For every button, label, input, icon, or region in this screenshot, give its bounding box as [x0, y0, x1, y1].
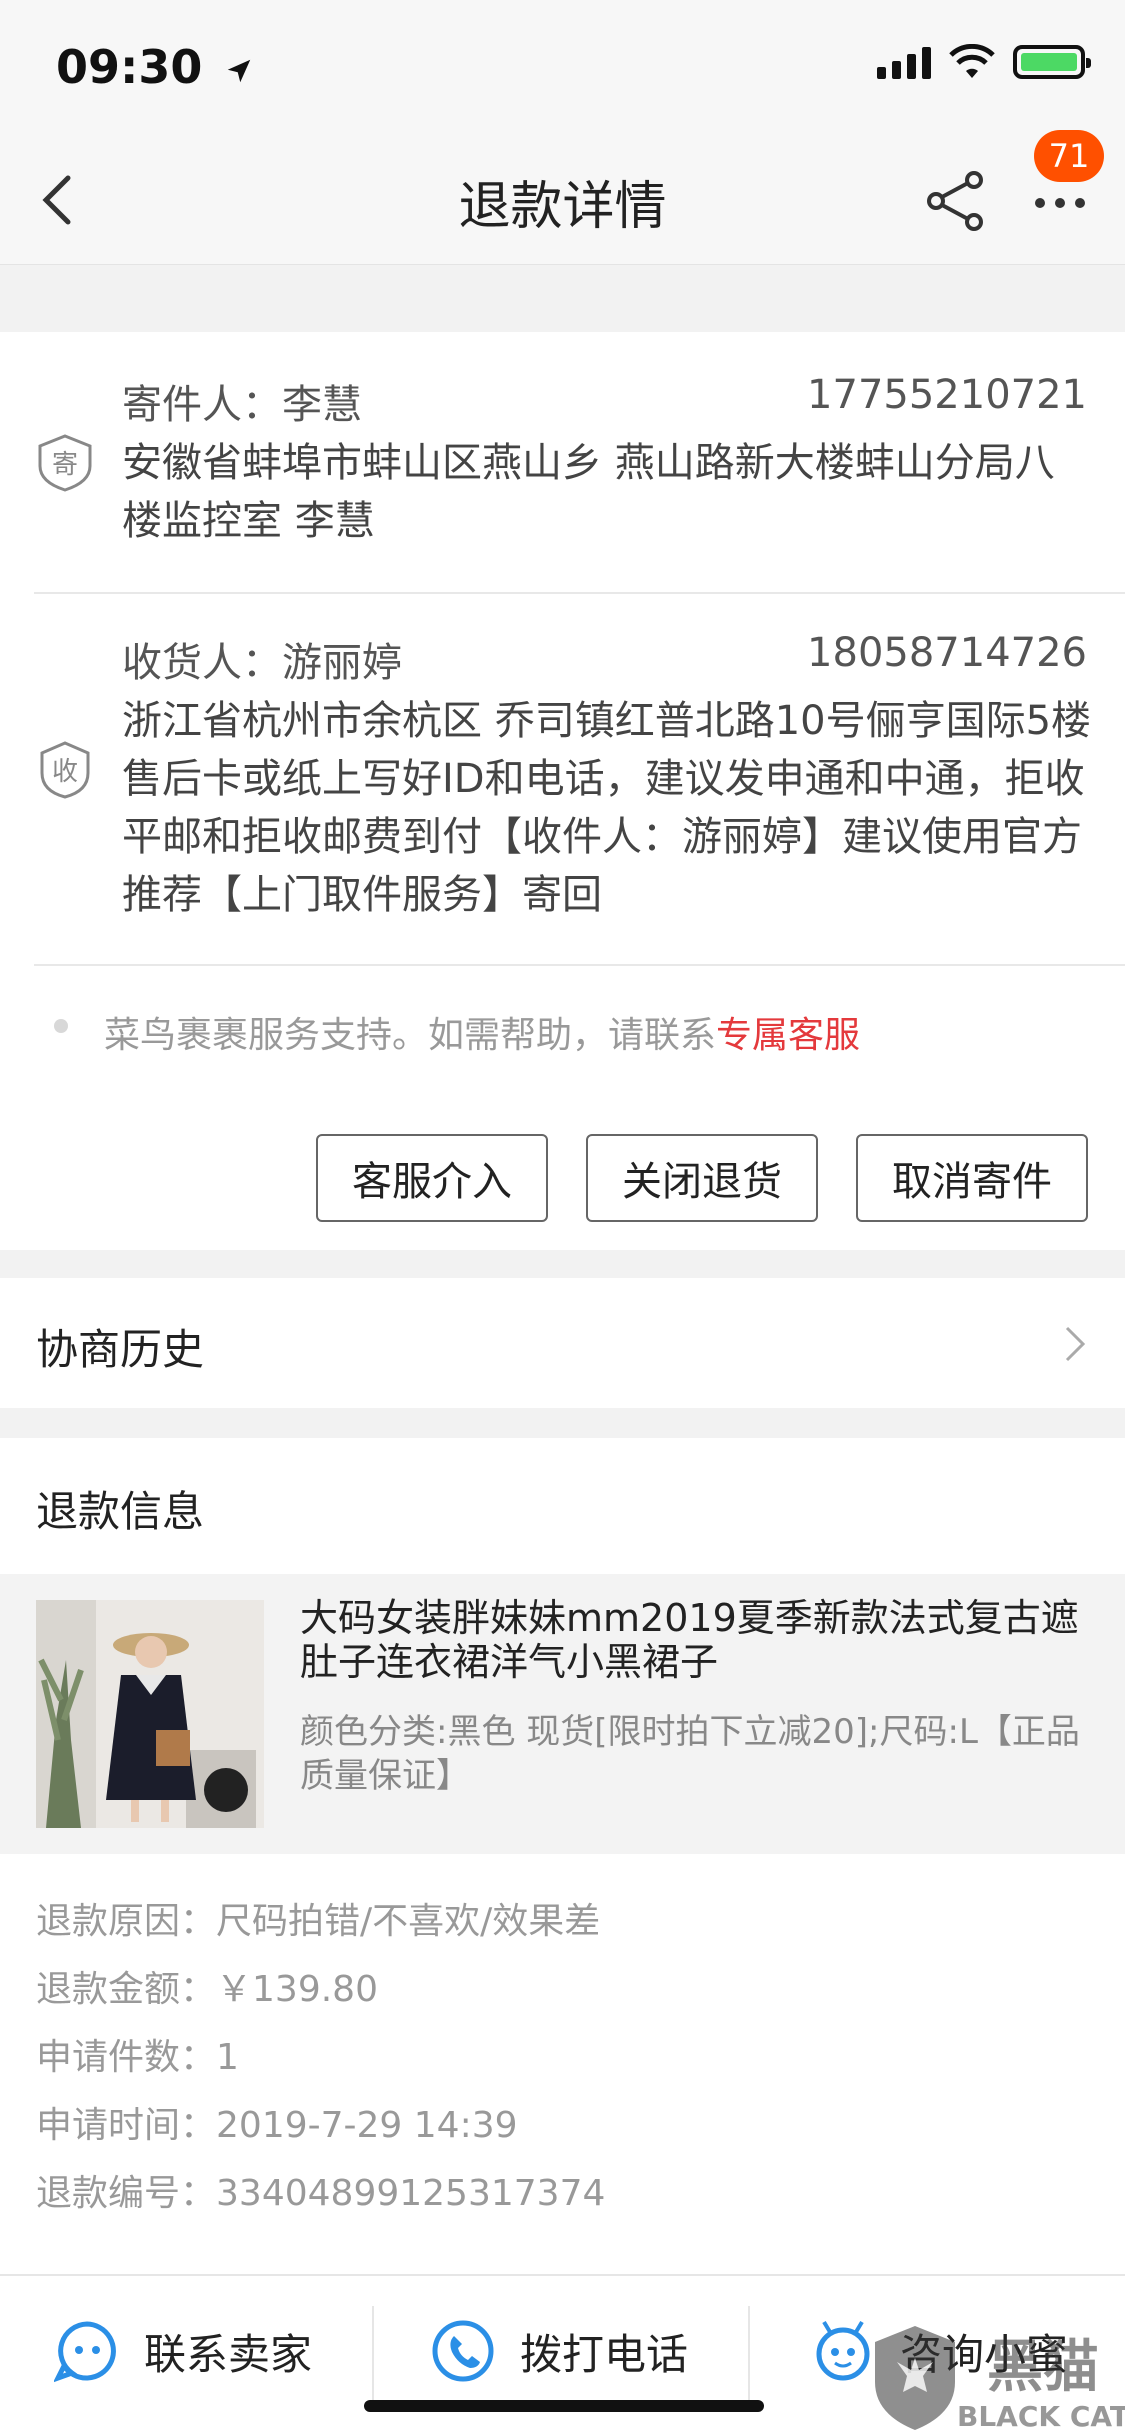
- address-card: 寄 寄件人：李慧 17755210721 安徽省蚌埠市蚌山区燕山乡 燕山路新大楼…: [0, 332, 1125, 1250]
- status-bar: 09:30: [0, 0, 1125, 130]
- receiver-name: 收货人：游丽婷: [122, 640, 402, 686]
- status-time-text: 09:30: [56, 40, 203, 94]
- product-title: 大码女装胖妹妹mm2019夏季新款法式复古遮肚子连衣裙洋气小黑裙子: [300, 1596, 1079, 1684]
- apply-count-value: 1: [216, 2037, 239, 2078]
- apply-time-label: 申请时间：: [36, 2105, 217, 2146]
- negotiation-history-row[interactable]: 协商历史: [0, 1278, 1125, 1408]
- cancel-shipping-button[interactable]: 取消寄件: [856, 1134, 1088, 1222]
- cellular-signal-icon: [877, 45, 931, 79]
- apply-time-row: 申请时间：2019-7-29 14:39: [36, 2096, 518, 2148]
- refund-amount-row: 退款金额：￥139.80: [36, 1960, 378, 2012]
- history-title: 协商历史: [36, 1325, 205, 1374]
- battery-icon: [1013, 45, 1091, 79]
- black-cat-watermark: 黑猫 BLACK CAT: [875, 2326, 1125, 2433]
- product-item[interactable]: 大码女装胖妹妹mm2019夏季新款法式复古遮肚子连衣裙洋气小黑裙子 颜色分类:黑…: [0, 1574, 1125, 1854]
- receiver-block: 收 收货人：游丽婷 18058714726 浙江省杭州市余杭区 乔司镇红普北路1…: [0, 594, 1125, 964]
- apply-count-row: 申请件数：1: [36, 2028, 239, 2080]
- svg-text:黑猫: 黑猫: [987, 2335, 1099, 2400]
- refund-info-title: 退款信息: [36, 1487, 205, 1536]
- sender-address: 安徽省蚌埠市蚌山区燕山乡 燕山路新大楼蚌山分局八楼监控室 李慧: [122, 440, 1055, 544]
- exclusive-service-link[interactable]: 专属客服: [716, 1015, 860, 1056]
- more-dots-icon[interactable]: [1030, 188, 1090, 218]
- svg-text:寄: 寄: [52, 450, 78, 480]
- sender-block: 寄 寄件人：李慧 17755210721 安徽省蚌埠市蚌山区燕山乡 燕山路新大楼…: [0, 332, 1125, 592]
- refund-number-value[interactable]: 33404899125317374: [216, 2173, 605, 2214]
- refund-number-row: 退款编号：33404899125317374: [36, 2164, 605, 2216]
- refund-amount-value: ￥139.80: [216, 1969, 378, 2010]
- share-icon[interactable]: [922, 166, 992, 236]
- product-sku: 颜色分类:黑色 现货[限时拍下立减20];尺码:L【正品质量保证】: [300, 1712, 1080, 1796]
- svg-text:BLACK CAT: BLACK CAT: [957, 2400, 1125, 2433]
- customer-service-intervene-button[interactable]: 客服介入: [316, 1134, 548, 1222]
- refund-number-label: 退款编号：: [36, 2173, 217, 2214]
- chat-face-icon: [54, 2321, 116, 2383]
- apply-time-value: 2019-7-29 14:39: [216, 2105, 518, 2146]
- sender-name: 寄件人：李慧: [122, 382, 362, 428]
- tab-divider: [372, 2306, 374, 2406]
- status-time: 09:30: [56, 40, 254, 94]
- divider: [34, 964, 1125, 966]
- refund-reason-value: 尺码拍错/不喜欢/效果差: [216, 1901, 601, 1942]
- product-image: [36, 1600, 264, 1828]
- refund-info-card: 退款信息 大码女装胖妹妹mm2019夏季新款法式复古遮肚子连衣裙洋气小黑裙子 颜…: [0, 1438, 1125, 2274]
- nav-bar: 退款详情: [0, 130, 1125, 265]
- support-bullet: [54, 1019, 68, 1033]
- apply-count-label: 申请件数：: [36, 2037, 217, 2078]
- receiver-address: 浙江省杭州市余杭区 乔司镇红普北路10号俪亨国际5楼 售后卡或纸上写好ID和电话…: [122, 698, 1092, 918]
- receiver-phone[interactable]: 18058714726: [807, 630, 1087, 676]
- sender-stamp-icon: 寄: [38, 434, 92, 492]
- refund-reason-label: 退款原因：: [36, 1901, 217, 1942]
- call-phone-tab[interactable]: 拨打电话: [430, 2296, 688, 2406]
- message-count-badge: 71: [1034, 130, 1104, 182]
- support-notice: 菜鸟裹裹服务支持。如需帮助，请联系专属客服: [104, 1006, 860, 1058]
- svg-text:收: 收: [52, 757, 78, 787]
- status-icons: [877, 44, 1091, 80]
- contact-seller-tab[interactable]: 联系卖家: [54, 2296, 312, 2406]
- call-phone-label: 拨打电话: [520, 2329, 689, 2379]
- close-return-button[interactable]: 关闭退货: [586, 1134, 818, 1222]
- sender-phone[interactable]: 17755210721: [807, 372, 1087, 418]
- refund-reason-row: 退款原因：尺码拍错/不喜欢/效果差: [36, 1892, 600, 1944]
- tab-divider: [748, 2306, 750, 2406]
- support-text: 菜鸟裹裹服务支持。如需帮助，请联系: [104, 1015, 717, 1056]
- chevron-right-icon: [1065, 1326, 1086, 1362]
- location-arrow-icon: [228, 59, 251, 82]
- refund-amount-label: 退款金额：: [36, 1969, 217, 2010]
- contact-seller-label: 联系卖家: [144, 2329, 313, 2379]
- receiver-stamp-icon: 收: [40, 741, 90, 799]
- phone-icon: [432, 2320, 494, 2382]
- wifi-icon: [949, 44, 995, 78]
- home-indicator[interactable]: [364, 2400, 764, 2412]
